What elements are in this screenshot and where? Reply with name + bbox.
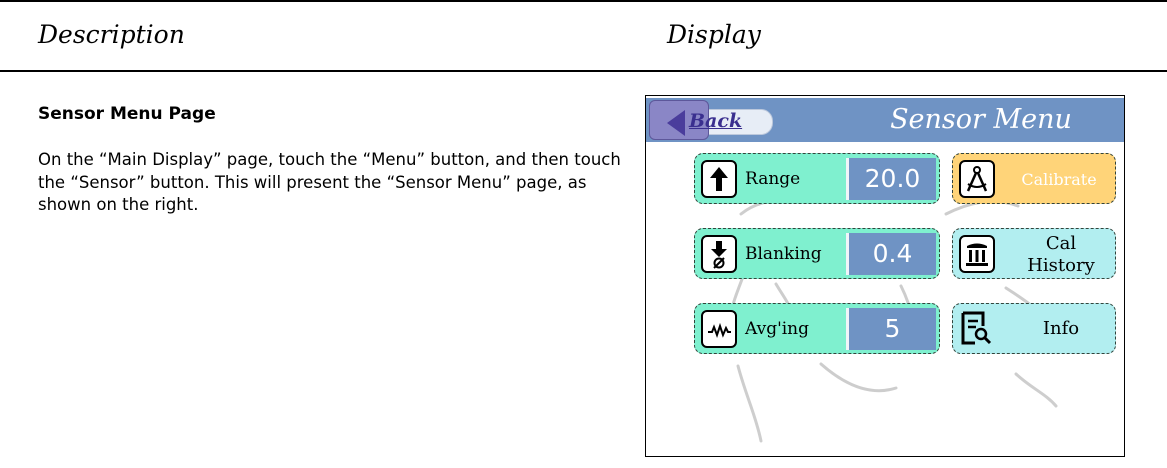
- screen-title: Sensor Menu: [890, 104, 1072, 135]
- waveform-icon: [701, 310, 737, 348]
- compass-icon: [959, 160, 995, 198]
- back-arrow-icon: [667, 110, 685, 136]
- cal-history-label: Cal History: [1009, 233, 1113, 277]
- header-rule: [0, 70, 1167, 72]
- info-label: Info: [1042, 318, 1080, 339]
- range-value: 20.0: [846, 158, 936, 200]
- averaging-label: Avg'ing: [745, 319, 810, 339]
- blanking-button[interactable]: Blanking 0.4: [694, 228, 940, 279]
- blanking-label: Blanking: [745, 244, 822, 264]
- cal-history-label-line1: Cal: [1045, 233, 1077, 254]
- cal-history-label-line2: History: [1027, 255, 1095, 276]
- calibrate-label: Calibrate: [1021, 170, 1097, 189]
- column-history-icon: [959, 235, 995, 273]
- averaging-value: 5: [846, 308, 936, 350]
- section-title: Sensor Menu Page: [38, 104, 216, 124]
- sensor-menu-screen: Sensor Menu Back Range 20.0 Blanking 0.4: [645, 95, 1125, 457]
- averaging-button[interactable]: Avg'ing 5: [694, 303, 940, 354]
- blanking-value: 0.4: [846, 233, 936, 275]
- display-heading: Display: [667, 20, 761, 49]
- document-search-icon: [959, 310, 995, 348]
- blanking-down-arrow-icon: [701, 235, 737, 273]
- up-arrow-icon: [701, 160, 737, 198]
- range-label: Range: [745, 169, 801, 189]
- range-button[interactable]: Range 20.0: [694, 153, 940, 204]
- description-heading: Description: [38, 20, 185, 49]
- cal-history-button[interactable]: Cal History: [952, 228, 1116, 279]
- info-button[interactable]: Info: [952, 303, 1116, 354]
- back-label: Back: [689, 110, 743, 132]
- back-button[interactable]: Back: [649, 100, 777, 140]
- calibrate-button[interactable]: Calibrate: [952, 153, 1116, 204]
- section-body: On the “Main Display” page, touch the “M…: [38, 150, 621, 214]
- top-rule: [0, 0, 1167, 2]
